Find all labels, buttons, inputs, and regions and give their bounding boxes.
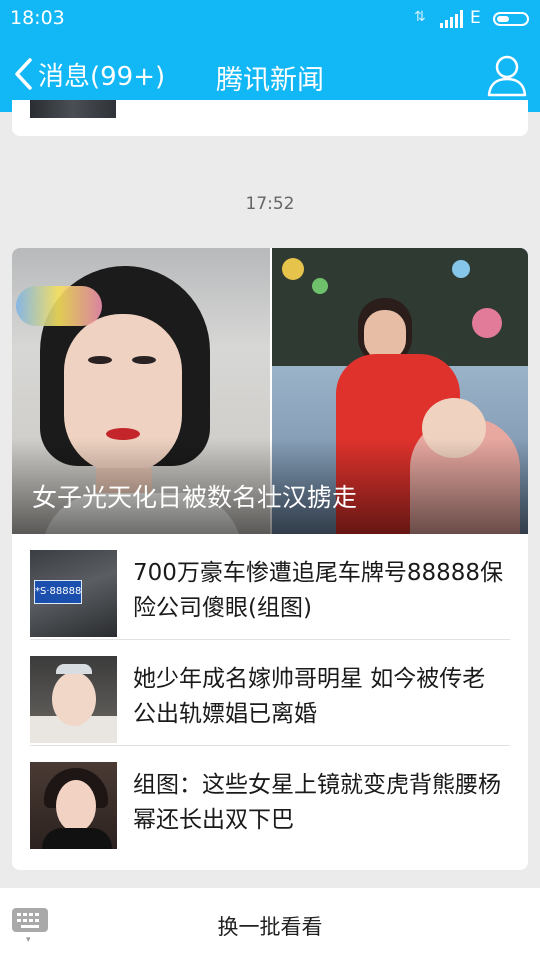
status-time: 18:03 bbox=[10, 7, 65, 29]
news-thumbnail: *S·88888 bbox=[30, 550, 117, 637]
refresh-button[interactable]: 换一批看看 bbox=[0, 911, 540, 941]
status-bar: 18:03 ⇅ E bbox=[0, 0, 540, 38]
battery-icon bbox=[493, 12, 529, 26]
plate-text: *S·88888 bbox=[34, 580, 82, 604]
top-bar: 18:03 ⇅ E 消息(99+) 腾讯新闻 bbox=[0, 0, 540, 112]
profile-icon[interactable] bbox=[486, 52, 528, 98]
previous-news-card[interactable] bbox=[12, 100, 528, 136]
news-item[interactable]: 组图：这些女星上镜就变虎背熊腰杨幂还长出双下巴 bbox=[12, 746, 528, 852]
hero-news[interactable]: 女子光天化日被数名壮汉掳走 bbox=[12, 248, 528, 534]
previous-thumbnail bbox=[30, 100, 116, 118]
sticker-graphic bbox=[16, 286, 102, 326]
network-type: E bbox=[470, 8, 481, 28]
hero-caption: 女子光天化日被数名壮汉掳走 bbox=[32, 483, 358, 512]
news-title: 700万豪车惨遭追尾车牌号88888保险公司傻眼(组图) bbox=[133, 560, 504, 621]
news-title: 她少年成名嫁帅哥明星 如今被传老公出轨嫖娼已离婚 bbox=[133, 666, 486, 727]
data-arrows-icon: ⇅ bbox=[414, 9, 426, 25]
message-timestamp: 17:52 bbox=[245, 194, 295, 214]
news-thumbnail bbox=[30, 762, 117, 849]
news-title: 组图：这些女星上镜就变虎背熊腰杨幂还长出双下巴 bbox=[133, 772, 501, 833]
news-thumbnail bbox=[30, 656, 117, 743]
news-item[interactable]: 她少年成名嫁帅哥明星 如今被传老公出轨嫖娼已离婚 bbox=[12, 640, 528, 746]
bottom-bar: ▾ 换一批看看 bbox=[0, 888, 540, 960]
news-item[interactable]: *S·88888 700万豪车惨遭追尾车牌号88888保险公司傻眼(组图) bbox=[12, 534, 528, 640]
news-card: 女子光天化日被数名壮汉掳走 *S·88888 700万豪车惨遭追尾车牌号8888… bbox=[12, 248, 528, 870]
page-title: 腾讯新闻 bbox=[216, 65, 324, 96]
signal-icon bbox=[440, 10, 464, 28]
